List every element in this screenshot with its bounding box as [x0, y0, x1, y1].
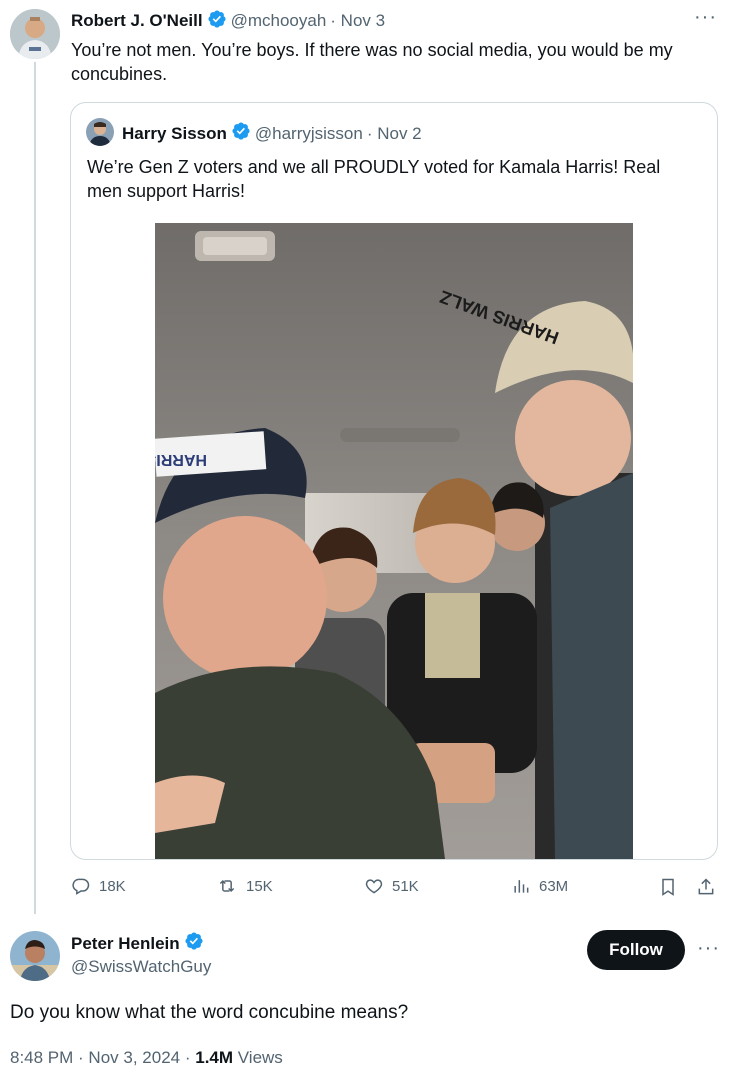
reply-button[interactable]: 18K	[71, 876, 126, 896]
reply-views-count: 1.4M	[195, 1048, 234, 1067]
follow-button[interactable]: Follow	[587, 930, 685, 970]
reply-text: Do you know what the word concubine mean…	[10, 1002, 409, 1023]
like-button[interactable]: 51K	[364, 876, 419, 896]
repost-button[interactable]: 15K	[216, 876, 273, 896]
quoted-tweet-card[interactable]: Harry Sisson @harryjsisson · Nov 2 We’re…	[70, 102, 718, 860]
bookmark-button[interactable]	[658, 877, 678, 902]
reply-count: 18K	[99, 877, 126, 895]
thread-line	[34, 62, 36, 914]
tweet-text: You’re not men. You’re boys. If there wa…	[71, 38, 721, 86]
share-icon	[698, 878, 714, 895]
reply-header-name: Peter Henlein	[71, 931, 208, 956]
reply-views-label: Views	[237, 1048, 283, 1067]
tweet-text-line: concubines.	[71, 64, 168, 84]
tweet-header: Robert J. O'Neill @mchooyah · Nov 3	[71, 9, 385, 33]
quote-author-handle[interactable]: @harryjsisson	[255, 124, 363, 144]
quote-date[interactable]: · Nov 2	[367, 124, 422, 144]
views-count: 63M	[539, 877, 569, 895]
author-name[interactable]: Robert J. O'Neill	[71, 11, 203, 31]
bookmark-icon	[662, 878, 674, 896]
avatar-image	[10, 9, 60, 59]
quote-author-name[interactable]: Harry Sisson	[122, 124, 227, 144]
quote-text: We’re Gen Z voters and we all PROUDLY vo…	[87, 155, 707, 203]
author-handle[interactable]: @mchooyah	[231, 11, 327, 31]
quote-author-avatar[interactable]	[86, 118, 114, 146]
reply-date[interactable]: · Nov 3, 2024 ·	[78, 1048, 190, 1067]
verified-badge-icon	[207, 9, 227, 34]
analytics-icon	[514, 880, 529, 893]
more-options-icon[interactable]: ···	[697, 937, 720, 960]
like-count: 51K	[392, 877, 419, 895]
tweet-text-line: You’re not men. You’re boys. If there wa…	[71, 40, 673, 60]
reply-time[interactable]: 8:48 PM	[10, 1048, 73, 1067]
quote-photo[interactable]: HARRIS WALZ HARRIS	[155, 223, 633, 859]
repost-count: 15K	[246, 877, 273, 895]
group-selfie-image: HARRIS WALZ HARRIS	[155, 223, 633, 859]
reply-author-avatar[interactable]	[10, 931, 60, 981]
verified-badge-icon	[184, 931, 204, 956]
reply-icon	[72, 878, 90, 895]
reply-author-handle[interactable]: @SwissWatchGuy	[71, 957, 211, 977]
quote-text-line: We’re Gen Z voters and we all PROUDLY vo…	[87, 157, 661, 177]
avatar-image	[10, 931, 60, 981]
reply-meta: 8:48 PM · Nov 3, 2024 · 1.4M Views	[10, 1048, 283, 1068]
heart-icon	[365, 879, 383, 894]
quote-header: Harry Sisson @harryjsisson · Nov 2	[122, 121, 422, 146]
share-button[interactable]	[696, 877, 716, 902]
tweet-date[interactable]: · Nov 3	[330, 11, 385, 31]
hat-front-text: HARRIS	[155, 451, 207, 468]
avatar-image	[86, 118, 114, 146]
quote-text-line: men support Harris!	[87, 181, 246, 201]
repost-icon	[219, 879, 235, 893]
views-button[interactable]: 63M	[511, 876, 568, 896]
reply-author-name[interactable]: Peter Henlein	[71, 934, 180, 954]
more-options-icon[interactable]: ···	[694, 6, 717, 29]
verified-badge-icon	[231, 121, 251, 146]
author-avatar[interactable]	[10, 9, 60, 59]
